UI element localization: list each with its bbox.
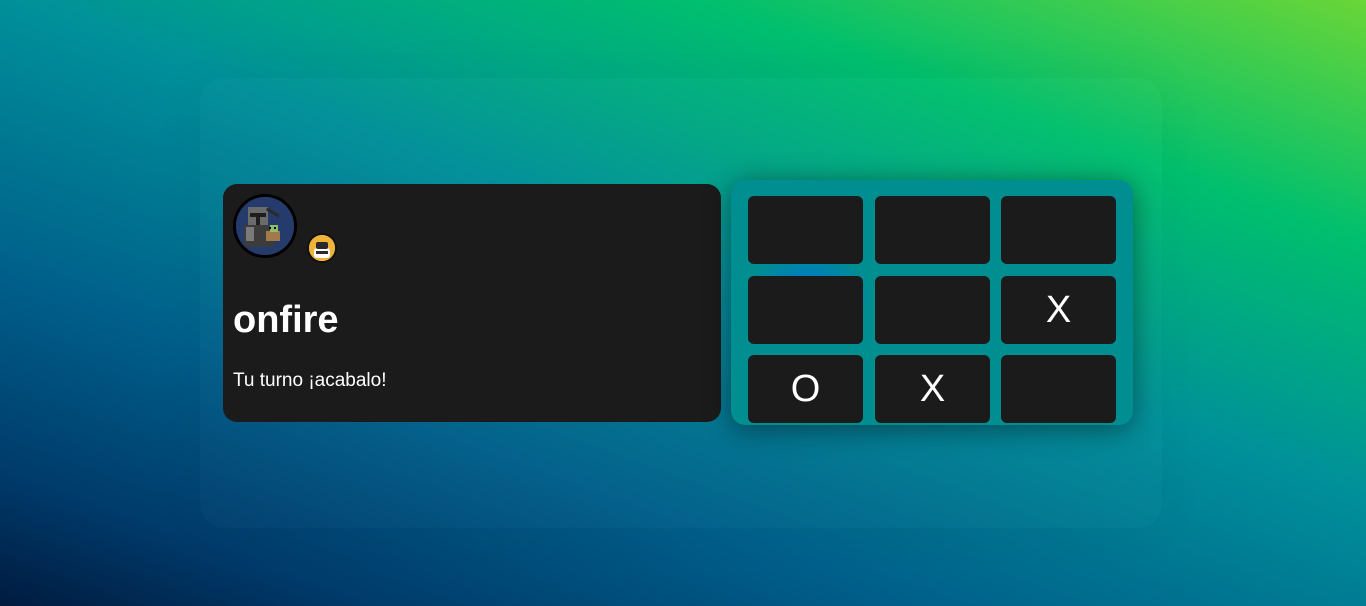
board-cell-5[interactable]: [875, 276, 990, 344]
board-cell-2[interactable]: [875, 196, 990, 264]
board-cell-8[interactable]: X: [875, 355, 990, 423]
player-card: onfire Tu turno ¡acabalo!: [223, 184, 721, 422]
board-cell-3[interactable]: [1001, 196, 1116, 264]
board-cell-4[interactable]: [748, 276, 863, 344]
opponent-avatar-icon: [307, 233, 337, 263]
game-board: X O X: [731, 180, 1133, 425]
player-name: onfire: [233, 299, 339, 341]
board-cell-9[interactable]: [1001, 355, 1116, 423]
player-avatar-icon: [233, 194, 297, 258]
turn-status: Tu turno ¡acabalo!: [233, 370, 387, 391]
board-cell-7[interactable]: O: [748, 355, 863, 423]
board-cell-6[interactable]: X: [1001, 276, 1116, 344]
board-cell-1[interactable]: [748, 196, 863, 264]
